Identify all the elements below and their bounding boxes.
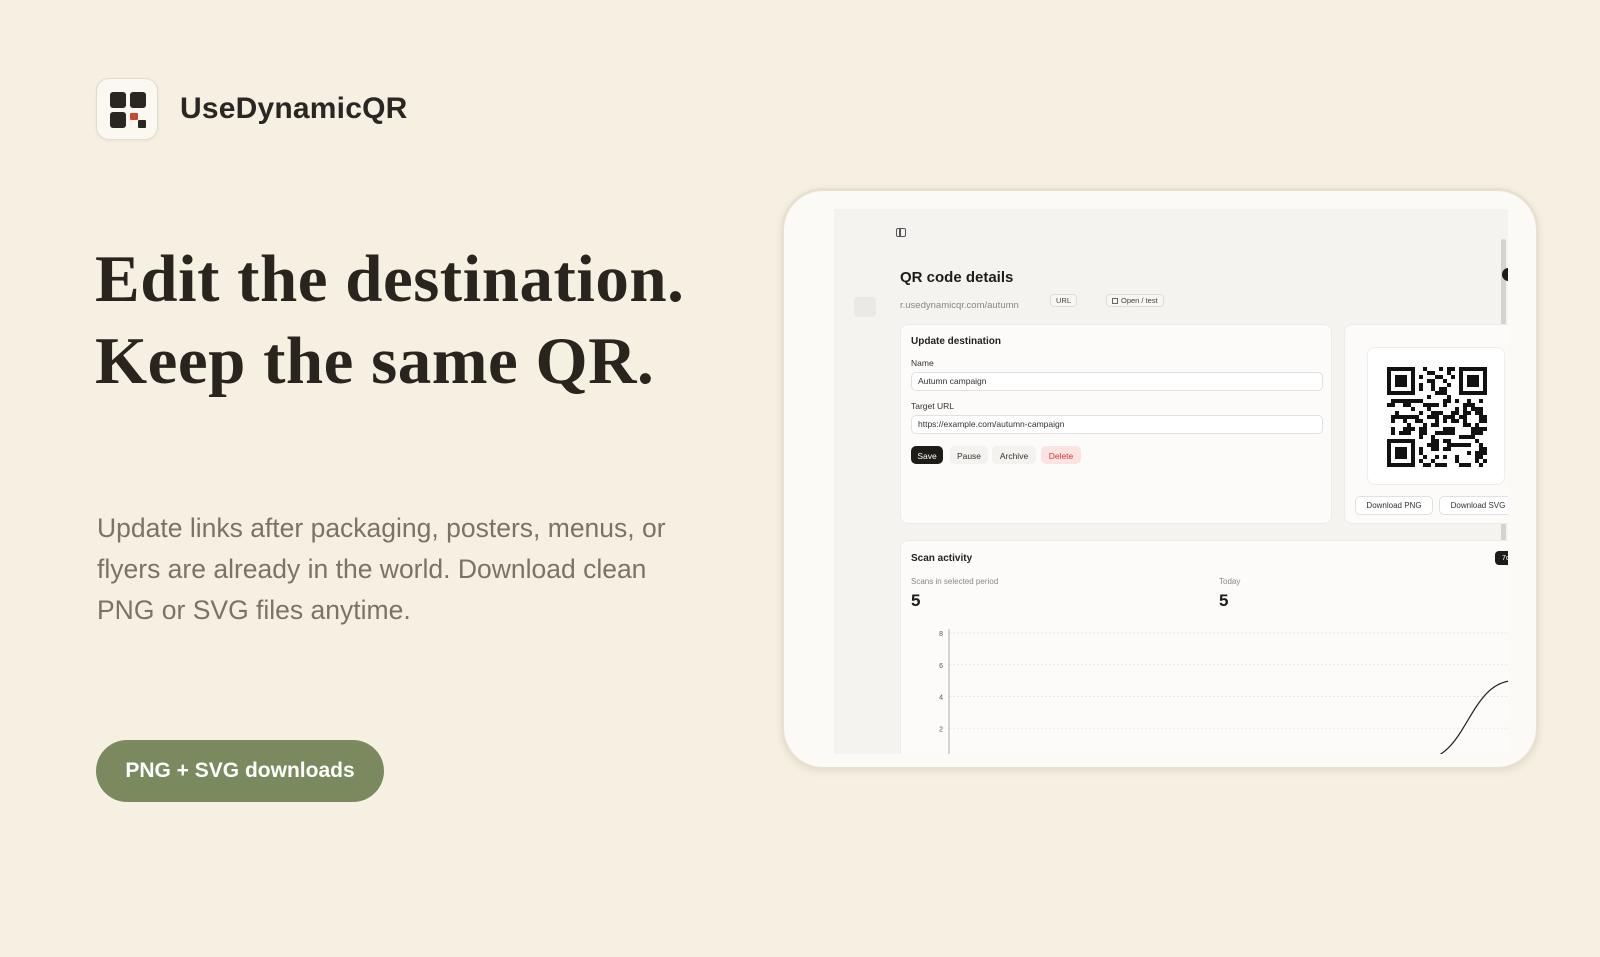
y-tick-label: 4 bbox=[939, 695, 943, 702]
device-mockup: QR code details active r.usedynamicqr.co… bbox=[781, 188, 1539, 770]
app-screenshot: QR code details active r.usedynamicqr.co… bbox=[834, 209, 1508, 754]
name-field[interactable]: Autumn campaign bbox=[911, 372, 1323, 391]
download-svg-button[interactable]: Download SVG bbox=[1439, 496, 1508, 515]
sidebar-toggle-icon[interactable] bbox=[896, 228, 906, 237]
scan-chart: 02468 bbox=[939, 629, 1508, 754]
copy-url-chip[interactable]: URL bbox=[1050, 294, 1078, 307]
target-url-label: Target URL bbox=[911, 401, 954, 411]
archive-button[interactable]: Archive bbox=[992, 446, 1036, 464]
qr-code-icon bbox=[1387, 367, 1487, 467]
external-link-icon bbox=[1112, 298, 1118, 304]
scan-activity-card: Scan activity 7d Scans in selected perio… bbox=[900, 540, 1508, 754]
y-tick-label: 2 bbox=[939, 726, 943, 733]
target-url-field[interactable]: https://example.com/autumn-campaign bbox=[911, 415, 1323, 434]
status-badge: active bbox=[1502, 268, 1508, 281]
y-tick-label: 6 bbox=[939, 663, 943, 670]
page-title: QR code details bbox=[900, 269, 1014, 286]
save-button[interactable]: Save bbox=[911, 446, 943, 464]
short-url: r.usedynamicqr.com/autumn bbox=[900, 300, 1019, 311]
qr-preview-card: Download PNG Download SVG bbox=[1344, 324, 1508, 524]
y-tick-label: 8 bbox=[939, 631, 943, 638]
update-destination-heading: Update destination bbox=[911, 336, 1002, 347]
brand-header: UseDynamicQR bbox=[96, 78, 408, 140]
qr-grid-logo-icon bbox=[96, 78, 158, 140]
sidebar-placeholder bbox=[854, 297, 876, 317]
name-label: Name bbox=[911, 358, 934, 368]
headline-line-2: Keep the same QR. bbox=[95, 324, 655, 398]
brand-name: UseDynamicQR bbox=[180, 92, 408, 125]
series-line bbox=[1439, 680, 1508, 754]
qr-code-image bbox=[1367, 347, 1505, 485]
hero-headline: Edit the destination. Keep the same QR. bbox=[95, 238, 684, 402]
headline-line-1: Edit the destination. bbox=[95, 242, 685, 316]
open-test-chip[interactable]: Open / test bbox=[1106, 294, 1164, 307]
hero-subtext: Update links after packaging, posters, m… bbox=[97, 513, 666, 625]
update-destination-card: Update destination Name Autumn campaign … bbox=[900, 324, 1332, 524]
png-svg-downloads-pill[interactable]: PNG + SVG downloads bbox=[96, 740, 384, 802]
download-png-button[interactable]: Download PNG bbox=[1355, 496, 1433, 515]
delete-button[interactable]: Delete bbox=[1041, 446, 1081, 464]
pause-button[interactable]: Pause bbox=[950, 446, 988, 464]
open-test-label: Open / test bbox=[1121, 296, 1158, 305]
